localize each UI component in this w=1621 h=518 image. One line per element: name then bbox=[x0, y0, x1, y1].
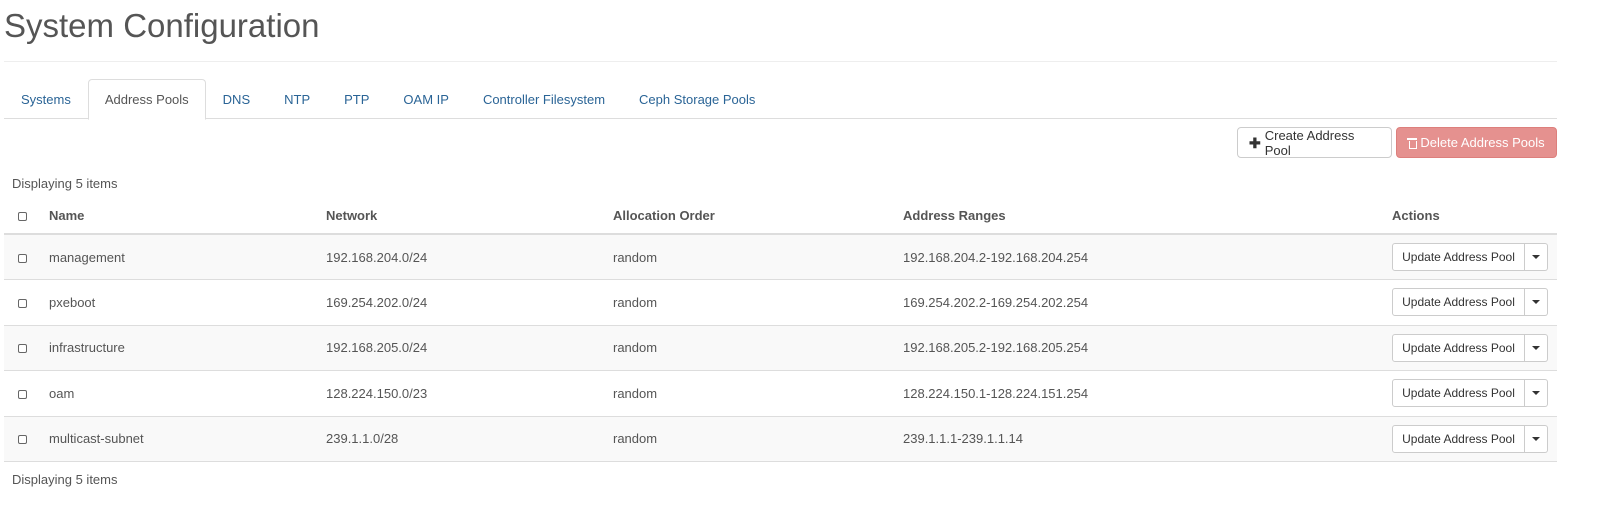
table-row: management 192.168.204.0/24 random 192.1… bbox=[4, 234, 1557, 280]
tab-ceph-storage-pools[interactable]: Ceph Storage Pools bbox=[622, 79, 772, 119]
pool-allocation-order: random bbox=[605, 279, 895, 326]
tab-systems[interactable]: Systems bbox=[4, 79, 88, 119]
caret-down-icon bbox=[1532, 300, 1540, 305]
row-actions: Update Address Pool bbox=[1384, 325, 1557, 371]
caret-down-icon bbox=[1532, 391, 1540, 396]
row-checkbox[interactable] bbox=[18, 298, 27, 308]
tab-ptp[interactable]: PTP bbox=[327, 79, 386, 119]
tab-controller-filesystem[interactable]: Controller Filesystem bbox=[466, 79, 622, 119]
create-address-pool-label: Create Address Pool bbox=[1264, 127, 1355, 158]
title-divider bbox=[4, 61, 1557, 62]
trash-icon bbox=[1407, 137, 1418, 149]
table-row: pxeboot 169.254.202.0/24 random 169.254.… bbox=[4, 279, 1557, 326]
row-select-cell bbox=[4, 370, 41, 417]
pool-name: oam bbox=[41, 370, 318, 417]
pool-network: 169.254.202.0/24 bbox=[318, 279, 605, 326]
row-actions-dropdown-toggle[interactable] bbox=[1525, 333, 1548, 362]
row-actions-dropdown-toggle[interactable] bbox=[1525, 243, 1548, 271]
column-header-address-ranges[interactable]: Address Ranges bbox=[895, 198, 1384, 235]
plus-icon: ✚ bbox=[1249, 134, 1261, 151]
pool-address-ranges: 192.168.204.2-192.168.204.254 bbox=[895, 234, 1384, 280]
caret-down-icon bbox=[1532, 345, 1540, 350]
pool-name: multicast-subnet bbox=[41, 416, 318, 462]
pool-address-ranges: 128.224.150.1-128.224.151.254 bbox=[895, 370, 1384, 417]
pool-name: pxeboot bbox=[41, 279, 318, 326]
tab-oam-ip[interactable]: OAM IP bbox=[386, 79, 466, 119]
row-actions: Update Address Pool bbox=[1384, 279, 1557, 326]
pool-network: 192.168.204.0/24 bbox=[318, 234, 605, 280]
tab-bar: Systems Address Pools DNS NTP PTP OAM IP… bbox=[4, 79, 1557, 120]
table-row: oam 128.224.150.0/23 random 128.224.150.… bbox=[4, 370, 1557, 417]
item-count-bottom: Displaying 5 items bbox=[12, 472, 118, 487]
row-actions: Update Address Pool bbox=[1384, 234, 1557, 280]
pool-allocation-order: random bbox=[605, 416, 895, 462]
pool-address-ranges: 192.168.205.2-192.168.205.254 bbox=[895, 325, 1384, 371]
delete-address-pools-label: Delete Address Pools bbox=[1420, 135, 1545, 150]
select-all-cell bbox=[4, 198, 41, 235]
pool-address-ranges: 169.254.202.2-169.254.202.254 bbox=[895, 279, 1384, 326]
update-address-pool-button[interactable]: Update Address Pool bbox=[1392, 243, 1525, 271]
row-action-group: Update Address Pool bbox=[1392, 333, 1548, 362]
tab-address-pools[interactable]: Address Pools bbox=[87, 79, 206, 120]
page-title: System Configuration bbox=[4, 7, 320, 44]
pool-name: infrastructure bbox=[41, 325, 318, 371]
row-action-group: Update Address Pool bbox=[1392, 379, 1548, 408]
pool-address-ranges: 239.1.1.1-239.1.1.14 bbox=[895, 416, 1384, 462]
row-checkbox[interactable] bbox=[18, 344, 27, 354]
update-address-pool-button[interactable]: Update Address Pool bbox=[1392, 288, 1525, 317]
row-actions-dropdown-toggle[interactable] bbox=[1525, 379, 1548, 408]
row-select-cell bbox=[4, 416, 41, 462]
update-address-pool-button[interactable]: Update Address Pool bbox=[1392, 379, 1525, 408]
row-actions: Update Address Pool bbox=[1384, 416, 1557, 462]
pool-name: management bbox=[41, 234, 318, 280]
caret-down-icon bbox=[1532, 255, 1540, 259]
row-checkbox[interactable] bbox=[18, 389, 27, 399]
pool-network: 192.168.205.0/24 bbox=[318, 325, 605, 371]
update-address-pool-button[interactable]: Update Address Pool bbox=[1392, 333, 1525, 362]
row-actions-dropdown-toggle[interactable] bbox=[1525, 288, 1548, 317]
address-pools-table: Name Network Allocation Order Address Ra… bbox=[4, 198, 1557, 462]
pool-network: 128.224.150.0/23 bbox=[318, 370, 605, 417]
tab-dns[interactable]: DNS bbox=[206, 79, 267, 119]
row-actions-dropdown-toggle[interactable] bbox=[1525, 424, 1548, 453]
caret-down-icon bbox=[1532, 436, 1540, 441]
table-row: multicast-subnet 239.1.1.0/28 random 239… bbox=[4, 416, 1557, 462]
delete-address-pools-button[interactable]: Delete Address Pools bbox=[1396, 127, 1557, 158]
row-select-cell bbox=[4, 234, 41, 280]
column-header-network[interactable]: Network bbox=[318, 198, 605, 235]
tab-ntp[interactable]: NTP bbox=[267, 79, 327, 119]
column-header-actions: Actions bbox=[1384, 198, 1557, 235]
column-header-allocation-order[interactable]: Allocation Order bbox=[605, 198, 895, 235]
pool-allocation-order: random bbox=[605, 234, 895, 280]
column-header-name[interactable]: Name bbox=[41, 198, 318, 235]
row-checkbox[interactable] bbox=[18, 253, 27, 263]
table-row: infrastructure 192.168.205.0/24 random 1… bbox=[4, 325, 1557, 371]
row-checkbox[interactable] bbox=[18, 435, 27, 445]
pool-network: 239.1.1.0/28 bbox=[318, 416, 605, 462]
row-select-cell bbox=[4, 325, 41, 371]
update-address-pool-button[interactable]: Update Address Pool bbox=[1392, 424, 1525, 453]
row-action-group: Update Address Pool bbox=[1392, 424, 1548, 453]
select-all-checkbox[interactable] bbox=[18, 212, 27, 222]
table-header-row: Name Network Allocation Order Address Ra… bbox=[4, 198, 1557, 235]
row-actions: Update Address Pool bbox=[1384, 370, 1557, 417]
row-action-group: Update Address Pool bbox=[1392, 288, 1548, 317]
row-select-cell bbox=[4, 279, 41, 326]
pool-allocation-order: random bbox=[605, 370, 895, 417]
item-count-top: Displaying 5 items bbox=[12, 176, 118, 191]
pool-allocation-order: random bbox=[605, 325, 895, 371]
row-action-group: Update Address Pool bbox=[1392, 243, 1548, 271]
create-address-pool-button[interactable]: ✚ Create Address Pool bbox=[1237, 127, 1392, 158]
